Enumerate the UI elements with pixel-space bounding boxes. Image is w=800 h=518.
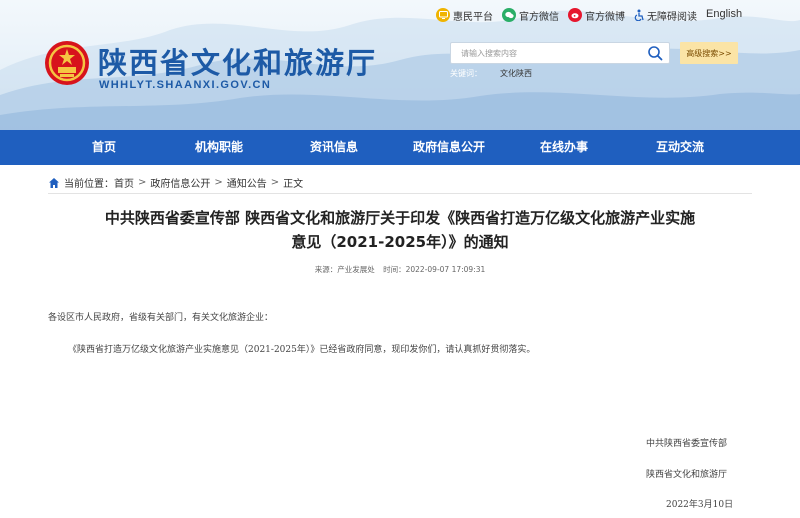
breadcrumb-home[interactable]: 首页 [114,175,134,190]
top-link-label: 惠民平台 [453,11,493,23]
home-icon [49,177,59,188]
nav-item-gov-info[interactable]: 政府信息公开 [413,130,485,165]
top-link-label: 无障碍阅读 [647,11,697,23]
tv-icon [436,8,450,22]
article-source: 产业发展处 [337,265,375,274]
article-title-line: 中共陕西省委宣传部 陕西省文化和旅游厅关于印发《陕西省打造万亿级文化旅游产业实施 [104,209,696,227]
top-link-label: 官方微信 [519,11,559,23]
nav-item-functions[interactable]: 机构职能 [195,130,243,165]
weibo-icon [568,8,582,22]
signature-org: 中共陕西省委宣传部 [646,439,728,449]
divider [48,193,752,194]
site-header: 陕西省文化和旅游厅 WHHLYT.SHAANXI.GOV.CN 惠民平台 官方微… [0,0,800,130]
fade-overlay [728,425,800,518]
english-link[interactable]: English [706,8,742,20]
article-time: 2022-09-07 17:09:31 [405,265,486,274]
top-link-weibo[interactable]: 官方微博 [568,8,625,23]
search-box [450,42,670,64]
top-link-accessibility[interactable]: 无障碍阅读 [634,8,697,23]
site-domain: WHHLYT.SHAANXI.GOV.CN [99,79,272,91]
breadcrumb-current: 正文 [283,179,304,190]
article-paragraph: 《陕西省打造万亿级文化旅游产业实施意见（2021-2025年）》已经省政府同意，… [68,345,536,355]
signature-date: 2022年3月10日 [666,500,734,510]
source-label: 来源： [314,265,338,274]
article-greeting: 各设区市人民政府，省级有关部门，有关文化旅游企业： [48,313,274,323]
wechat-icon [502,8,516,22]
top-link-wechat[interactable]: 官方微信 [502,8,559,23]
accessibility-icon [634,9,644,21]
nav-item-interaction[interactable]: 互动交流 [656,130,704,165]
breadcrumb-separator: > [270,177,280,188]
advanced-search-button[interactable]: 高级搜索>> [680,42,738,64]
breadcrumb-separator: > [138,177,147,188]
top-link-huimin-platform[interactable]: 惠民平台 [436,8,493,23]
nav-item-news[interactable]: 资讯信息 [310,130,358,165]
breadcrumb-separator: > [214,177,223,188]
article-meta: 来源：产业发展处 时间：2022-09-07 17:09:31 [0,264,800,275]
signature-org: 陕西省文化和旅游厅 [646,470,728,480]
top-link-label: 官方微博 [585,11,625,23]
national-emblem-icon [45,41,89,85]
nav-item-home[interactable]: 首页 [92,130,116,165]
search-icon[interactable] [647,45,663,61]
breadcrumb-gov-info[interactable]: 政府信息公开 [150,175,210,190]
article-title: 中共陕西省委宣传部 陕西省文化和旅游厅关于印发《陕西省打造万亿级文化旅游产业实施… [48,206,752,254]
main-nav: 首页 机构职能 资讯信息 政府信息公开 在线办事 互动交流 [0,130,800,165]
search-input[interactable] [451,43,641,63]
time-label: 时间： [383,265,406,274]
breadcrumb-prefix: 当前位置： [64,179,114,190]
search-keywords: 关键词： 文化陕西 [450,68,532,79]
breadcrumb: 当前位置： 首页 > 政府信息公开 > 通知公告 > 正文 [48,175,303,190]
keywords-label: 关键词： [450,69,482,78]
keyword-link[interactable]: 文化陕西 [500,68,532,79]
nav-item-online-services[interactable]: 在线办事 [540,130,588,165]
top-links-bar: 惠民平台 官方微信 官方微博 无障碍阅读 [436,6,706,24]
breadcrumb-notices[interactable]: 通知公告 [227,175,267,190]
article-title-line: 意见（2021-2025年）》的通知 [291,233,509,251]
site-title[interactable]: 陕西省文化和旅游厅 [98,40,377,82]
